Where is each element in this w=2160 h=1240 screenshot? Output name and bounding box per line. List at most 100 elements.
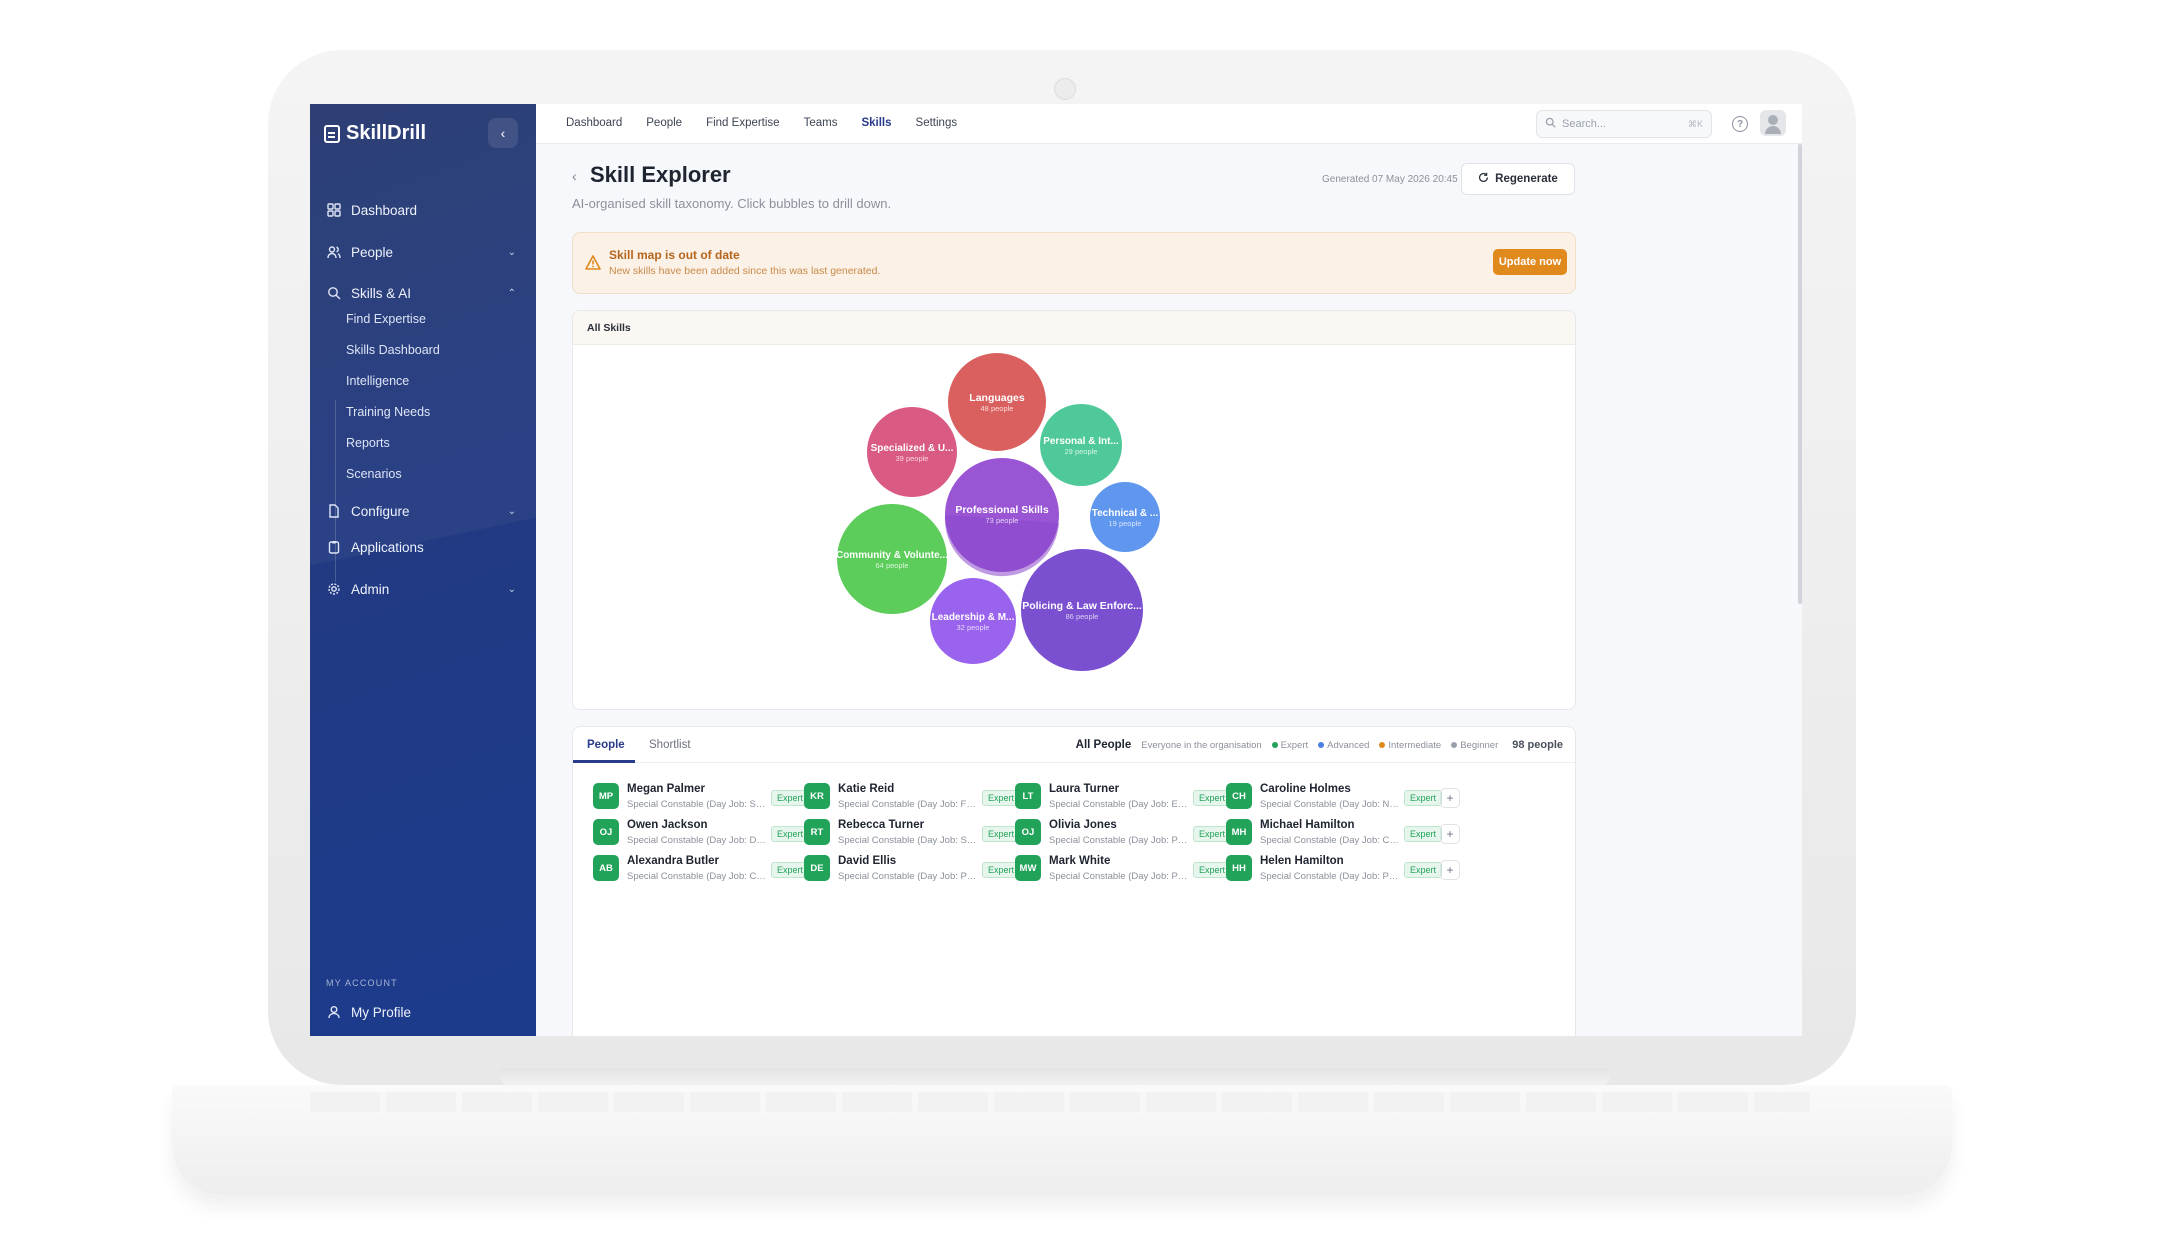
person-role: Special Constable (Day Job: Priv... [1049,871,1189,882]
person-role: Special Constable (Day Job: Co... [1260,835,1400,846]
tab-shortlist[interactable]: Shortlist [649,739,691,751]
bubble-leadership[interactable]: Leadership & M... 32 people [930,578,1016,664]
person-avatar: HH [1226,855,1252,881]
back-chevron-icon[interactable]: ‹ [572,168,577,184]
search-icon [1545,117,1556,131]
legend-intermediate: Intermediate [1379,740,1441,751]
bubble-technical[interactable]: Technical & ... 19 people [1090,482,1160,552]
sidebar-item-applications[interactable]: Applications [326,535,522,559]
sidebar-item-label: Skills & AI [351,285,412,301]
sidebar-item-label: Admin [351,581,390,597]
person-row[interactable]: LT Laura Turner Special Constable (Day Job… [1009,779,1249,815]
skills-card-header: All Skills [573,311,1575,345]
person-role: Special Constable (Day Job: Nur... [1260,799,1400,810]
sidebar-subitem-find-expertise[interactable]: Find Expertise [346,312,426,326]
avatar[interactable] [1760,110,1786,136]
alert-message: New skills have been added since this wa… [609,265,881,277]
person-row[interactable]: AB Alexandra Butler Special Constable (Day… [587,851,827,887]
sidebar-item-admin[interactable]: Admin ⌄ [326,577,522,601]
people-meta: All People Everyone in the organisation … [1076,739,1563,751]
add-to-shortlist-button[interactable]: + [1440,860,1460,880]
legend-advanced: Advanced [1318,740,1369,751]
out-of-date-alert: Skill map is out of date New skills have… [572,232,1576,294]
person-row[interactable]: OJ Owen Jackson Special Constable (Day Job… [587,815,827,851]
sidebar-item-configure[interactable]: Configure ⌄ [326,499,522,523]
person-avatar: RT [804,819,830,845]
regenerate-button[interactable]: Regenerate [1461,163,1575,195]
person-row[interactable]: MH Michael Hamilton Special Constable (Day… [1220,815,1460,851]
person-row[interactable]: OJ Olivia Jones Special Constable (Day Job… [1009,815,1249,851]
sidebar-item-dashboard[interactable]: Dashboard [326,198,522,222]
top-nav-settings[interactable]: Settings [916,117,958,129]
sidebar-item-my-profile[interactable]: My Profile [326,1000,522,1024]
alert-title: Skill map is out of date [609,248,740,262]
bubble-specialized[interactable]: Specialized & U... 39 people [867,407,957,497]
help-icon[interactable]: ? [1732,116,1748,132]
person-name[interactable]: Caroline Holmes [1260,783,1351,795]
person-avatar: OJ [1015,819,1041,845]
sidebar-subitem-skills-dashboard[interactable]: Skills Dashboard [346,343,440,357]
person-avatar: LT [1015,783,1041,809]
person-row[interactable]: KR Katie Reid Special Constable (Day Job: … [798,779,1038,815]
app-screen: SkillDrill ‹ Dashboard People ⌄ Skills &… [310,104,1802,1036]
page-title: Skill Explorer [590,162,731,187]
sidebar-item-career-progression[interactable]: Career Progression [326,1030,522,1036]
tab-people[interactable]: People [587,739,625,751]
update-now-button[interactable]: Update now [1493,249,1567,275]
bubble-label: Technical & ... [1092,508,1159,519]
person-row[interactable]: CH Caroline Holmes Special Constable (Day … [1220,779,1460,815]
top-nav: Dashboard People Find Expertise Teams Sk… [566,117,957,129]
bubble-label: Specialized & U... [871,443,954,454]
sidebar-subitem-training-needs[interactable]: Training Needs [346,405,430,419]
person-name[interactable]: Katie Reid [838,783,894,795]
bubble-policing-law-enforcement[interactable]: Policing & Law Enforc... 86 people [1021,549,1143,671]
app-name: SkillDrill [346,122,427,144]
file-icon [326,503,342,519]
person-role: Special Constable (Day Job: Dog... [627,835,767,846]
person-name[interactable]: Olivia Jones [1049,819,1117,831]
add-to-shortlist-button[interactable]: + [1440,788,1460,808]
person-name[interactable]: Mark White [1049,855,1110,867]
person-role: Special Constable (Day Job: Cou... [627,871,767,882]
person-row[interactable]: RT Rebecca Turner Special Constable (Day J… [798,815,1038,851]
top-nav-find-expertise[interactable]: Find Expertise [706,117,780,129]
add-to-shortlist-button[interactable]: + [1440,824,1460,844]
sidebar-subitem-reports[interactable]: Reports [346,436,390,450]
sidebar-subitem-intelligence[interactable]: Intelligence [346,374,409,388]
person-name[interactable]: Michael Hamilton [1260,819,1355,831]
search-input[interactable]: Search... ⌘K [1536,110,1712,138]
person-name[interactable]: Laura Turner [1049,783,1119,795]
top-nav-skills[interactable]: Skills [861,117,891,129]
collapse-sidebar-button[interactable]: ‹ [488,118,518,148]
person-name[interactable]: Owen Jackson [627,819,708,831]
person-row[interactable]: MW Mark White Special Constable (Day Job: … [1009,851,1249,887]
bubble-label: Leadership & M... [932,612,1015,623]
page-subtitle: AI-organised skill taxonomy. Click bubbl… [572,196,892,211]
person-name[interactable]: Rebecca Turner [838,819,924,831]
sidebar-item-skills-ai[interactable]: Skills & AI ⌃ [326,281,522,305]
sidebar-subitem-scenarios[interactable]: Scenarios [346,467,402,481]
bubble-professional-skills[interactable]: Professional Skills 73 people [944,458,1059,577]
app-logo[interactable]: SkillDrill [324,122,426,145]
person-name[interactable]: David Ellis [838,855,896,867]
person-row[interactable]: DE David Ellis Special Constable (Day Job:… [798,851,1038,887]
person-row[interactable]: MP Megan Palmer Special Constable (Day Job… [587,779,827,815]
active-tab-indicator [573,760,635,763]
top-nav-teams[interactable]: Teams [804,117,838,129]
bubble-community-volunteering[interactable]: Community & Volunte... 64 people [836,504,948,614]
person-role: Special Constable (Day Job: Esta... [1049,799,1189,810]
person-name[interactable]: Helen Hamilton [1260,855,1344,867]
bubble-languages[interactable]: Languages 48 people [948,353,1046,451]
top-nav-people[interactable]: People [646,117,682,129]
skill-level-badge: Expert [1404,826,1443,842]
top-nav-dashboard[interactable]: Dashboard [566,117,622,129]
sidebar-item-label: Dashboard [351,202,418,218]
person-avatar: CH [1226,783,1252,809]
refresh-icon [1478,172,1489,186]
person-name[interactable]: Alexandra Butler [627,855,719,867]
page-scrollbar[interactable] [1798,144,1802,604]
person-name[interactable]: Megan Palmer [627,783,705,795]
person-row[interactable]: HH Helen Hamilton Special Constable (Day J… [1220,851,1460,887]
sidebar-item-people[interactable]: People ⌄ [326,240,522,264]
bubble-personal-interpersonal[interactable]: Personal & Int... 29 people [1040,404,1122,486]
